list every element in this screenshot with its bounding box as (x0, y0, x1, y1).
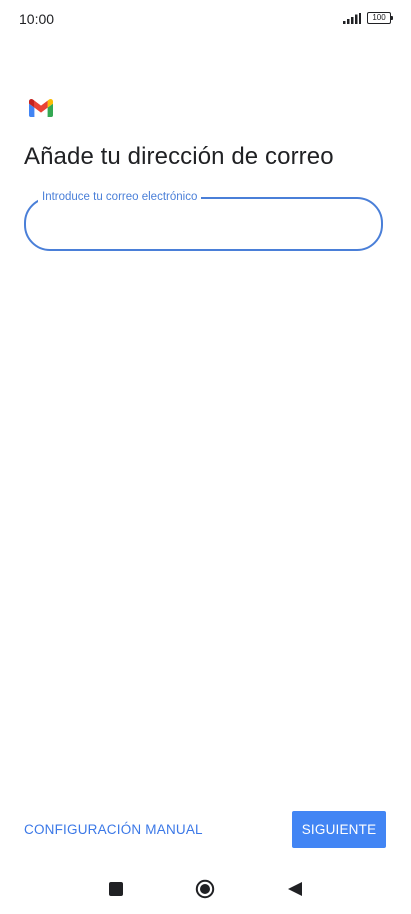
signal-bars-icon (343, 12, 361, 24)
status-time: 10:00 (19, 11, 55, 27)
battery-icon: 100 (367, 12, 393, 24)
navigation-bar (0, 870, 411, 910)
square-icon[interactable] (109, 882, 123, 896)
email-input[interactable] (44, 211, 368, 239)
email-field[interactable]: Introduce tu correo electrónico (24, 190, 383, 251)
next-button[interactable]: SIGUIENTE (292, 811, 386, 848)
triangle-back-icon[interactable] (287, 881, 303, 897)
circle-home-icon[interactable] (195, 879, 215, 899)
manual-config-button[interactable]: CONFIGURACIÓN MANUAL (24, 819, 203, 841)
email-field-label: Introduce tu correo electrónico (38, 190, 202, 204)
gmail-logo-icon (29, 99, 53, 117)
status-bar: 10:00 100 (0, 0, 411, 38)
status-icons: 100 (343, 12, 393, 24)
page-title: Añade tu dirección de correo (24, 143, 334, 170)
